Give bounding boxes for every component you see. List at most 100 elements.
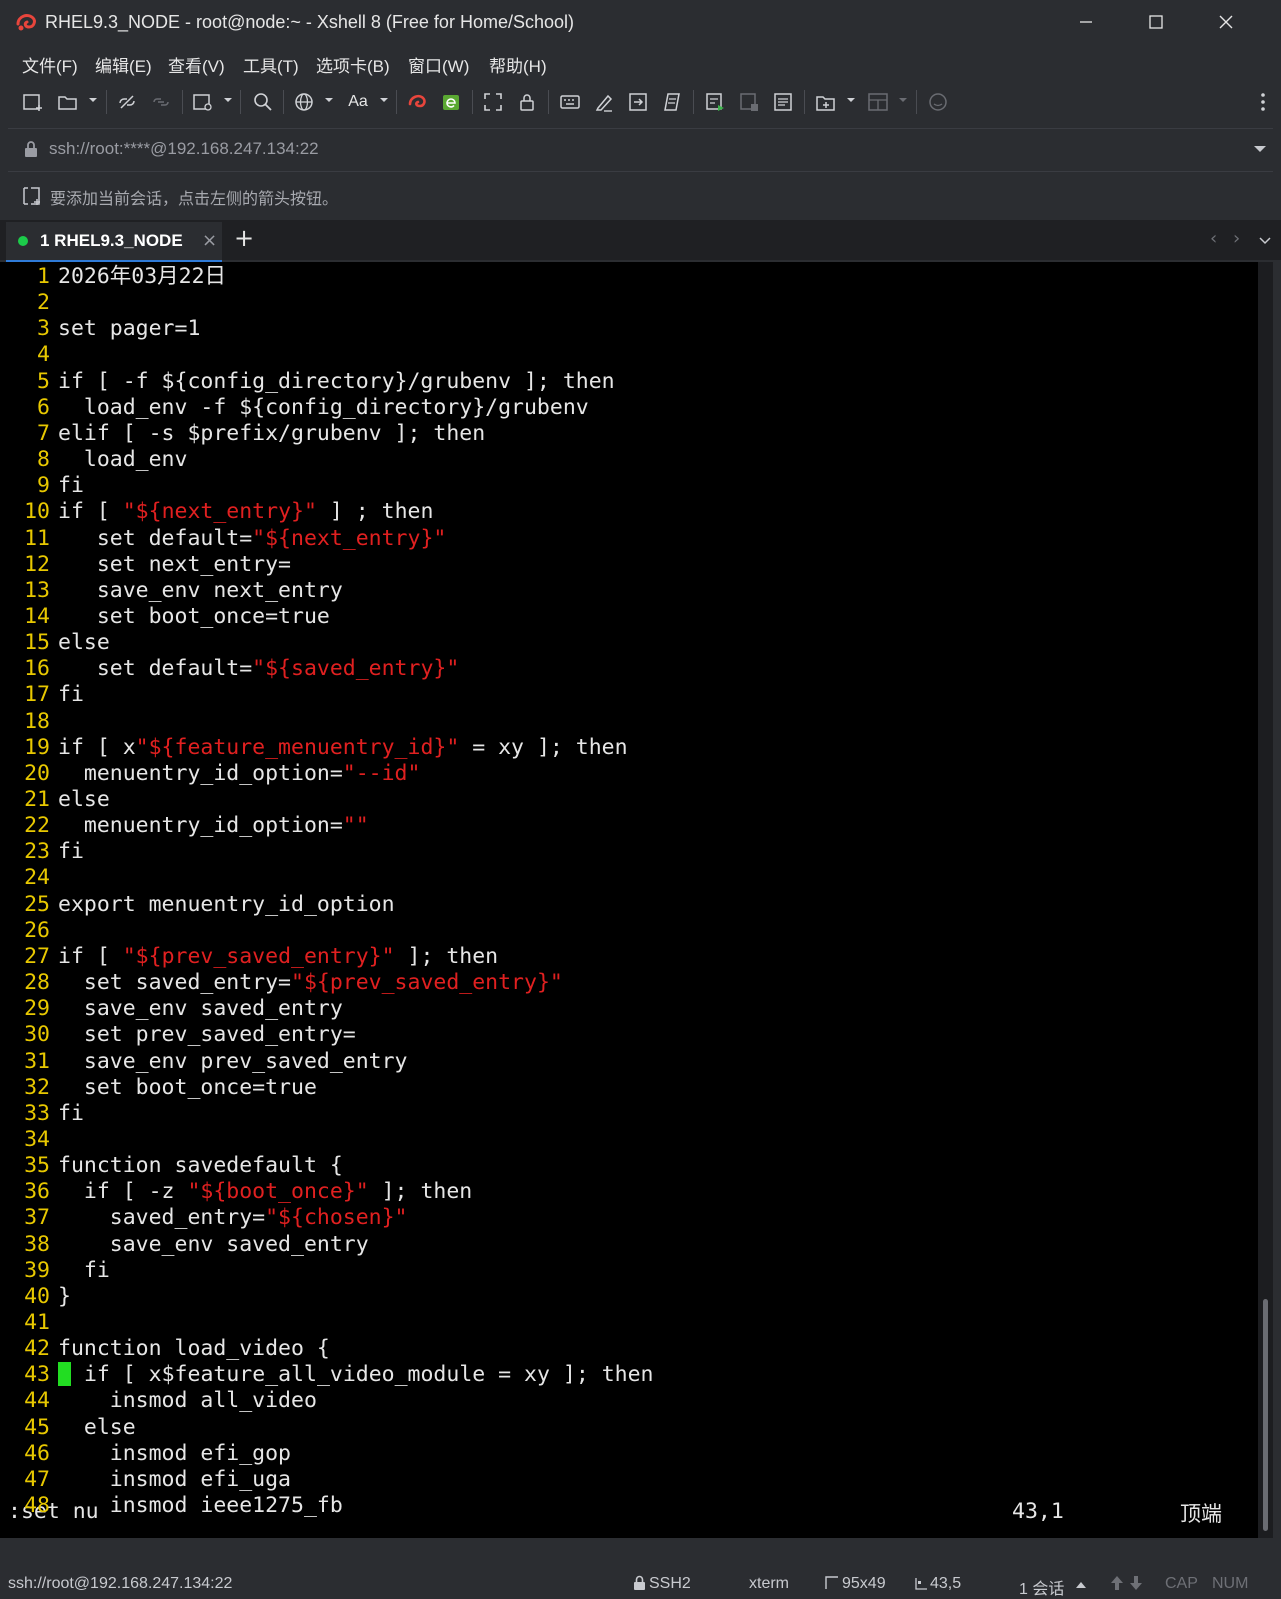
code-text: ]; then	[368, 1179, 473, 1205]
menu-tools[interactable]: 工具(T)	[243, 52, 299, 77]
fullscreen-button[interactable]	[480, 89, 506, 115]
log-button[interactable]	[770, 89, 796, 115]
tab-next-icon[interactable]: ›	[1233, 228, 1240, 249]
line-number: 31	[24, 1048, 50, 1074]
line-number: 18	[24, 708, 50, 734]
chat-button[interactable]	[925, 89, 951, 115]
menu-help[interactable]: 帮助(H)	[489, 52, 547, 77]
status-protocol: SSH2	[649, 1575, 691, 1592]
code-text: else	[58, 1414, 136, 1440]
maximize-icon	[1149, 15, 1163, 29]
stop-record-icon	[740, 93, 758, 111]
code-text: insmod all_video	[58, 1388, 317, 1414]
layout-icon	[868, 93, 888, 111]
code-text: fi	[58, 1257, 110, 1283]
xshell-button[interactable]	[404, 89, 430, 115]
open-session-button[interactable]	[55, 89, 81, 115]
add-tab-button[interactable]: +	[234, 224, 254, 252]
record-icon	[706, 93, 724, 111]
line-number: 7	[37, 420, 50, 446]
close-button[interactable]	[1191, 0, 1261, 44]
menu-edit[interactable]: 编辑(E)	[95, 52, 152, 77]
terminal-scrollbar[interactable]	[1258, 262, 1273, 1538]
terminal-line: 48 insmod ieee1275_fb	[0, 1493, 343, 1519]
code-text: save_env next_entry	[58, 577, 343, 603]
xftp-button[interactable]	[438, 89, 464, 115]
chevron-down-icon[interactable]	[325, 96, 333, 104]
globe-icon	[295, 93, 313, 111]
add-session-icon[interactable]	[21, 185, 43, 207]
new-session-button[interactable]	[20, 89, 46, 115]
new-window-button[interactable]	[190, 89, 216, 115]
line-number: 40	[24, 1283, 50, 1309]
toolbar-divider	[106, 90, 107, 114]
menu-view[interactable]: 查看(V)	[168, 52, 225, 77]
chevron-up-icon[interactable]	[1076, 1581, 1086, 1588]
code-text: else	[58, 630, 110, 656]
menu-window[interactable]: 窗口(W)	[408, 52, 469, 77]
terminal-line: 42 function load_video {	[0, 1336, 330, 1362]
more-options-button[interactable]	[1257, 89, 1269, 115]
pen-icon	[595, 94, 613, 112]
menu-file[interactable]: 文件(F)	[22, 52, 78, 77]
line-number: 5	[37, 368, 50, 394]
line-number: 42	[24, 1336, 50, 1362]
encoding-button[interactable]	[291, 89, 317, 115]
record-button[interactable]	[702, 89, 728, 115]
send-key-button[interactable]	[625, 89, 651, 115]
line-number: 30	[24, 1022, 50, 1048]
code-text: set next_entry=	[58, 551, 291, 577]
address-input[interactable]: ssh://root:****@192.168.247.134:22	[49, 139, 319, 159]
line-number: 21	[24, 787, 50, 812]
code-text: function savedefault {	[58, 1153, 343, 1179]
stop-record-button[interactable]	[736, 89, 762, 115]
chevron-down-icon[interactable]	[847, 96, 855, 104]
chevron-down-icon[interactable]	[899, 96, 907, 104]
code-text: load_env	[58, 447, 188, 473]
font-button[interactable]: Aa	[343, 89, 373, 115]
session-hint-bar: 要添加当前会话，点击左侧的箭头按钮。	[8, 175, 1273, 217]
code-text: function load_video {	[58, 1336, 330, 1362]
terminal-line: 25 export menuentry_id_option	[0, 892, 394, 918]
terminal-line: 3 set pager=1	[0, 316, 200, 342]
maximize-button[interactable]	[1121, 0, 1191, 44]
tab-rhel9-node[interactable]: 1 RHEL9.3_NODE ×	[6, 222, 222, 262]
keyboard-button[interactable]	[557, 89, 583, 115]
line-number: 11	[24, 525, 50, 551]
terminal-line: 38 save_env saved_entry	[0, 1232, 369, 1258]
code-text: saved_entry=	[58, 1205, 266, 1231]
string-literal: "${prev_saved_entry}"	[291, 970, 563, 996]
disconnect-button[interactable]	[114, 89, 140, 115]
window-icon	[193, 94, 212, 111]
unlink-icon	[119, 95, 135, 109]
address-bar[interactable]: ssh://root:****@192.168.247.134:22	[8, 128, 1273, 172]
script-button[interactable]	[659, 89, 685, 115]
minimize-button[interactable]	[1051, 0, 1121, 44]
terminal-output[interactable]: :set nu 43,1 顶端 1 2026年03月22日 2 3 set pager=…	[0, 262, 1258, 1538]
chevron-down-icon[interactable]	[224, 96, 232, 104]
toolbar-divider	[240, 90, 241, 114]
highlight-button[interactable]	[591, 89, 617, 115]
terminal-line: 22 menuentry_id_option=""	[0, 813, 369, 839]
layout-button[interactable]	[865, 89, 891, 115]
tab-close-icon[interactable]: ×	[202, 230, 217, 251]
toolbar: Aa	[0, 82, 1281, 122]
status-session-count[interactable]: 1 会话	[1019, 1575, 1064, 1599]
menu-tabs[interactable]: 选项卡(B)	[316, 52, 390, 77]
terminal-line: 35 function savedefault {	[0, 1153, 343, 1179]
chevron-down-icon[interactable]	[89, 96, 97, 104]
lock-button[interactable]	[514, 89, 540, 115]
reconnect-button[interactable]	[148, 89, 174, 115]
code-text: set saved_entry=	[58, 970, 291, 996]
tab-list-chevron-icon[interactable]	[1259, 237, 1271, 245]
new-tab-group-button[interactable]	[813, 89, 839, 115]
chevron-down-icon[interactable]	[1254, 146, 1266, 154]
find-button[interactable]	[250, 89, 276, 115]
chevron-down-icon[interactable]	[380, 96, 388, 104]
code-text: menuentry_id_option=	[58, 813, 343, 839]
log-icon	[774, 93, 792, 111]
string-literal: "${saved_entry}"	[252, 656, 460, 682]
toolbar-divider	[182, 90, 183, 114]
tab-prev-icon[interactable]: ‹	[1210, 228, 1217, 249]
scrollbar-thumb[interactable]	[1263, 1299, 1268, 1531]
